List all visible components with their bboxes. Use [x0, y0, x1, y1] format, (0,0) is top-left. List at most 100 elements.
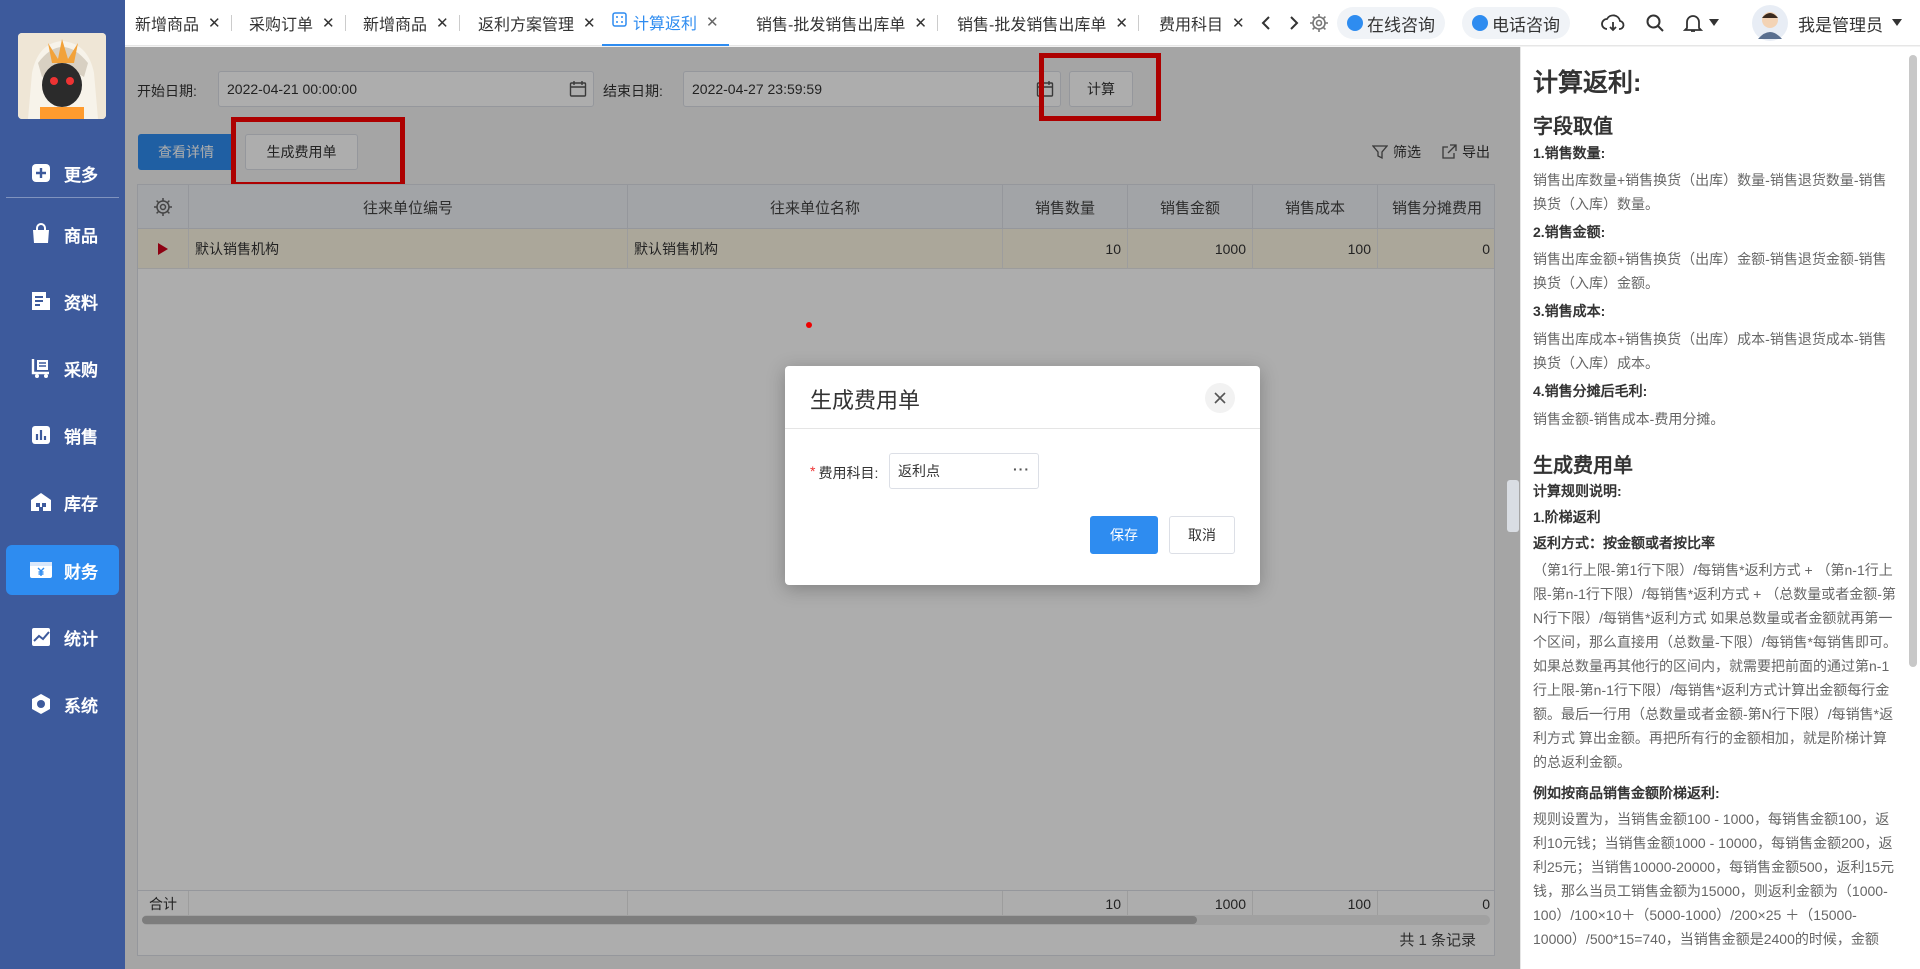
tab-wholesale-outbound-1[interactable]: 销售-批发销售出库单 ✕ [756, 0, 938, 46]
sidebar-item-label: 更多 [64, 165, 98, 185]
expense-subject-label-text: 费用科目: [818, 465, 879, 481]
sidebar-item-goods[interactable]: 商品 [6, 209, 119, 259]
expense-subject-label: * 费用科目: [810, 463, 878, 483]
tab-app-icon [612, 12, 627, 32]
yen-icon [28, 557, 54, 583]
chart-icon [28, 422, 54, 448]
help-rule-title: 计算规则说明: [1533, 483, 1622, 499]
help-field-text: 销售出库成本+销售换货（出库）成本-销售退货成本-销售换货（入库）成本。 [1533, 331, 1887, 371]
search-icon[interactable] [1643, 11, 1667, 35]
user-name[interactable]: 我是管理员 [1798, 0, 1883, 46]
sidebar-item-purchase[interactable]: 采购 [6, 343, 119, 393]
tab-divider [230, 15, 232, 31]
help-section-fields: 字段取值 [1533, 116, 1613, 138]
close-icon[interactable]: ✕ [1115, 14, 1128, 32]
chat-icon [1347, 15, 1363, 31]
hexagon-gear-icon [28, 691, 54, 717]
sidebar-item-sales[interactable]: 销售 [6, 410, 119, 460]
tab-new-goods-1[interactable]: 新增商品 ✕ [135, 0, 232, 46]
help-example-title: 例如按商品销售金额阶梯返利: [1533, 785, 1720, 801]
help-field-title: 4.销售分摊后毛利: [1533, 383, 1648, 399]
expense-subject-value: 返利点 [898, 463, 940, 479]
close-icon[interactable] [1205, 383, 1235, 413]
phone-consult-label: 电话咨询 [1492, 15, 1560, 35]
caret-down-icon[interactable] [1702, 11, 1726, 35]
generate-expense-dialog: 生成费用单 * 费用科目: 返利点 ··· 保存 取消 [785, 366, 1260, 585]
dialog-divider [785, 428, 1260, 429]
close-icon[interactable]: ✕ [583, 14, 596, 32]
cart-icon [28, 355, 54, 381]
help-rule-text: （第1行上限-第1行下限）/每销售*返利方式 + （第n-1行上限-第n-1行下… [1533, 562, 1897, 770]
sidebar-item-label: 资料 [64, 293, 98, 313]
sidebar-item-label: 销售 [64, 427, 98, 447]
warehouse-icon [28, 489, 54, 515]
help-field-title: 2.销售金额: [1533, 224, 1606, 240]
online-consult-button[interactable]: 在线咨询 [1337, 7, 1445, 39]
close-icon[interactable]: ✕ [322, 14, 335, 32]
required-mark: * [810, 463, 816, 479]
user-avatar[interactable] [1752, 5, 1788, 41]
help-field-text: 销售出库金额+销售换货（出库）金额-销售退货金额-销售换货（入库）金额。 [1533, 251, 1887, 291]
chevron-left-icon[interactable] [1254, 11, 1278, 35]
user-name-label: 我是管理员 [1798, 15, 1883, 35]
tab-label: 销售-批发销售出库单 [957, 17, 1107, 34]
close-icon[interactable]: ✕ [1232, 14, 1245, 32]
tab-bar: 新增商品 ✕ 采购订单 ✕ 新增商品 ✕ 返利方案管理 ✕ 计算返利 ✕ 销售-批发销售出… [125, 0, 1920, 46]
tab-label: 费用科目 [1159, 17, 1224, 34]
tab-label: 新增商品 [135, 17, 200, 34]
phone-icon [1472, 15, 1488, 31]
save-button[interactable]: 保存 [1090, 516, 1158, 554]
tab-new-goods-2[interactable]: 新增商品 ✕ [363, 0, 460, 46]
online-consult-label: 在线咨询 [1367, 15, 1435, 35]
close-icon[interactable]: ✕ [208, 14, 221, 32]
tab-divider [344, 15, 346, 31]
tab-label: 采购订单 [249, 17, 314, 34]
trend-icon [28, 624, 54, 650]
sidebar-item-stats[interactable]: 统计 [6, 612, 119, 662]
close-icon[interactable]: ✕ [914, 14, 927, 32]
more-icon[interactable]: ··· [1013, 461, 1030, 477]
sidebar-divider [6, 197, 119, 198]
sidebar-item-label: 系统 [64, 696, 98, 716]
chevron-right-icon[interactable] [1282, 11, 1306, 35]
panel-collapse-handle[interactable] [1507, 480, 1519, 532]
bag-icon [28, 221, 54, 247]
sidebar-item-inventory[interactable]: 库存 [6, 477, 119, 527]
cloud-download-icon[interactable] [1601, 11, 1625, 35]
caret-down-icon[interactable] [1885, 11, 1909, 35]
cancel-button[interactable]: 取消 [1169, 516, 1235, 554]
help-rule-mode: 返利方式：按金额或者按比率 [1533, 535, 1715, 551]
tab-divider [936, 15, 938, 31]
panel-scrollbar[interactable] [1909, 55, 1917, 667]
close-icon[interactable]: ✕ [436, 14, 449, 32]
tab-wholesale-outbound-2[interactable]: 销售-批发销售出库单 ✕ [957, 0, 1139, 46]
document-icon [28, 288, 54, 314]
help-panel: 计算返利: 字段取值 1.销售数量: 销售出库数量+销售换货（出库）数量-销售退… [1520, 47, 1920, 969]
expense-subject-input[interactable]: 返利点 ··· [889, 453, 1039, 489]
tab-label: 返利方案管理 [478, 17, 575, 34]
help-field-text: 销售出库数量+销售换货（出库）数量-销售退货数量-销售换货（入库）数量。 [1533, 172, 1887, 212]
tab-rebate-plan[interactable]: 返利方案管理 ✕ [478, 0, 596, 46]
sidebar-item-label: 统计 [64, 629, 98, 649]
plus-square-icon [28, 160, 54, 186]
tab-label: 新增商品 [363, 17, 428, 34]
help-field-text: 销售金额-销售成本-费用分摊。 [1533, 411, 1725, 427]
cursor-marker [806, 322, 812, 328]
sidebar-item-label: 财务 [64, 562, 98, 582]
tab-calculate-rebate[interactable]: 计算返利 ✕ [602, 0, 729, 46]
close-icon[interactable]: ✕ [706, 13, 719, 31]
sidebar-item-data[interactable]: 资料 [6, 276, 119, 326]
tab-label: 销售-批发销售出库单 [756, 17, 906, 34]
tab-purchase-order[interactable]: 采购订单 ✕ [249, 0, 346, 46]
sidebar-item-system[interactable]: 系统 [6, 679, 119, 729]
sidebar-item-finance[interactable]: 财务 [6, 545, 119, 595]
dialog-title: 生成费用单 [810, 388, 921, 413]
sidebar-item-label: 采购 [64, 360, 98, 380]
avatar-logo[interactable] [18, 33, 106, 119]
help-field-title: 1.销售数量: [1533, 145, 1606, 161]
tab-expense-subject[interactable]: 费用科目 ✕ [1159, 0, 1245, 46]
sidebar-item-more[interactable]: 更多 [6, 148, 119, 198]
tab-label: 计算返利 [633, 16, 698, 33]
gear-icon[interactable] [1307, 11, 1331, 35]
phone-consult-button[interactable]: 电话咨询 [1462, 7, 1570, 39]
